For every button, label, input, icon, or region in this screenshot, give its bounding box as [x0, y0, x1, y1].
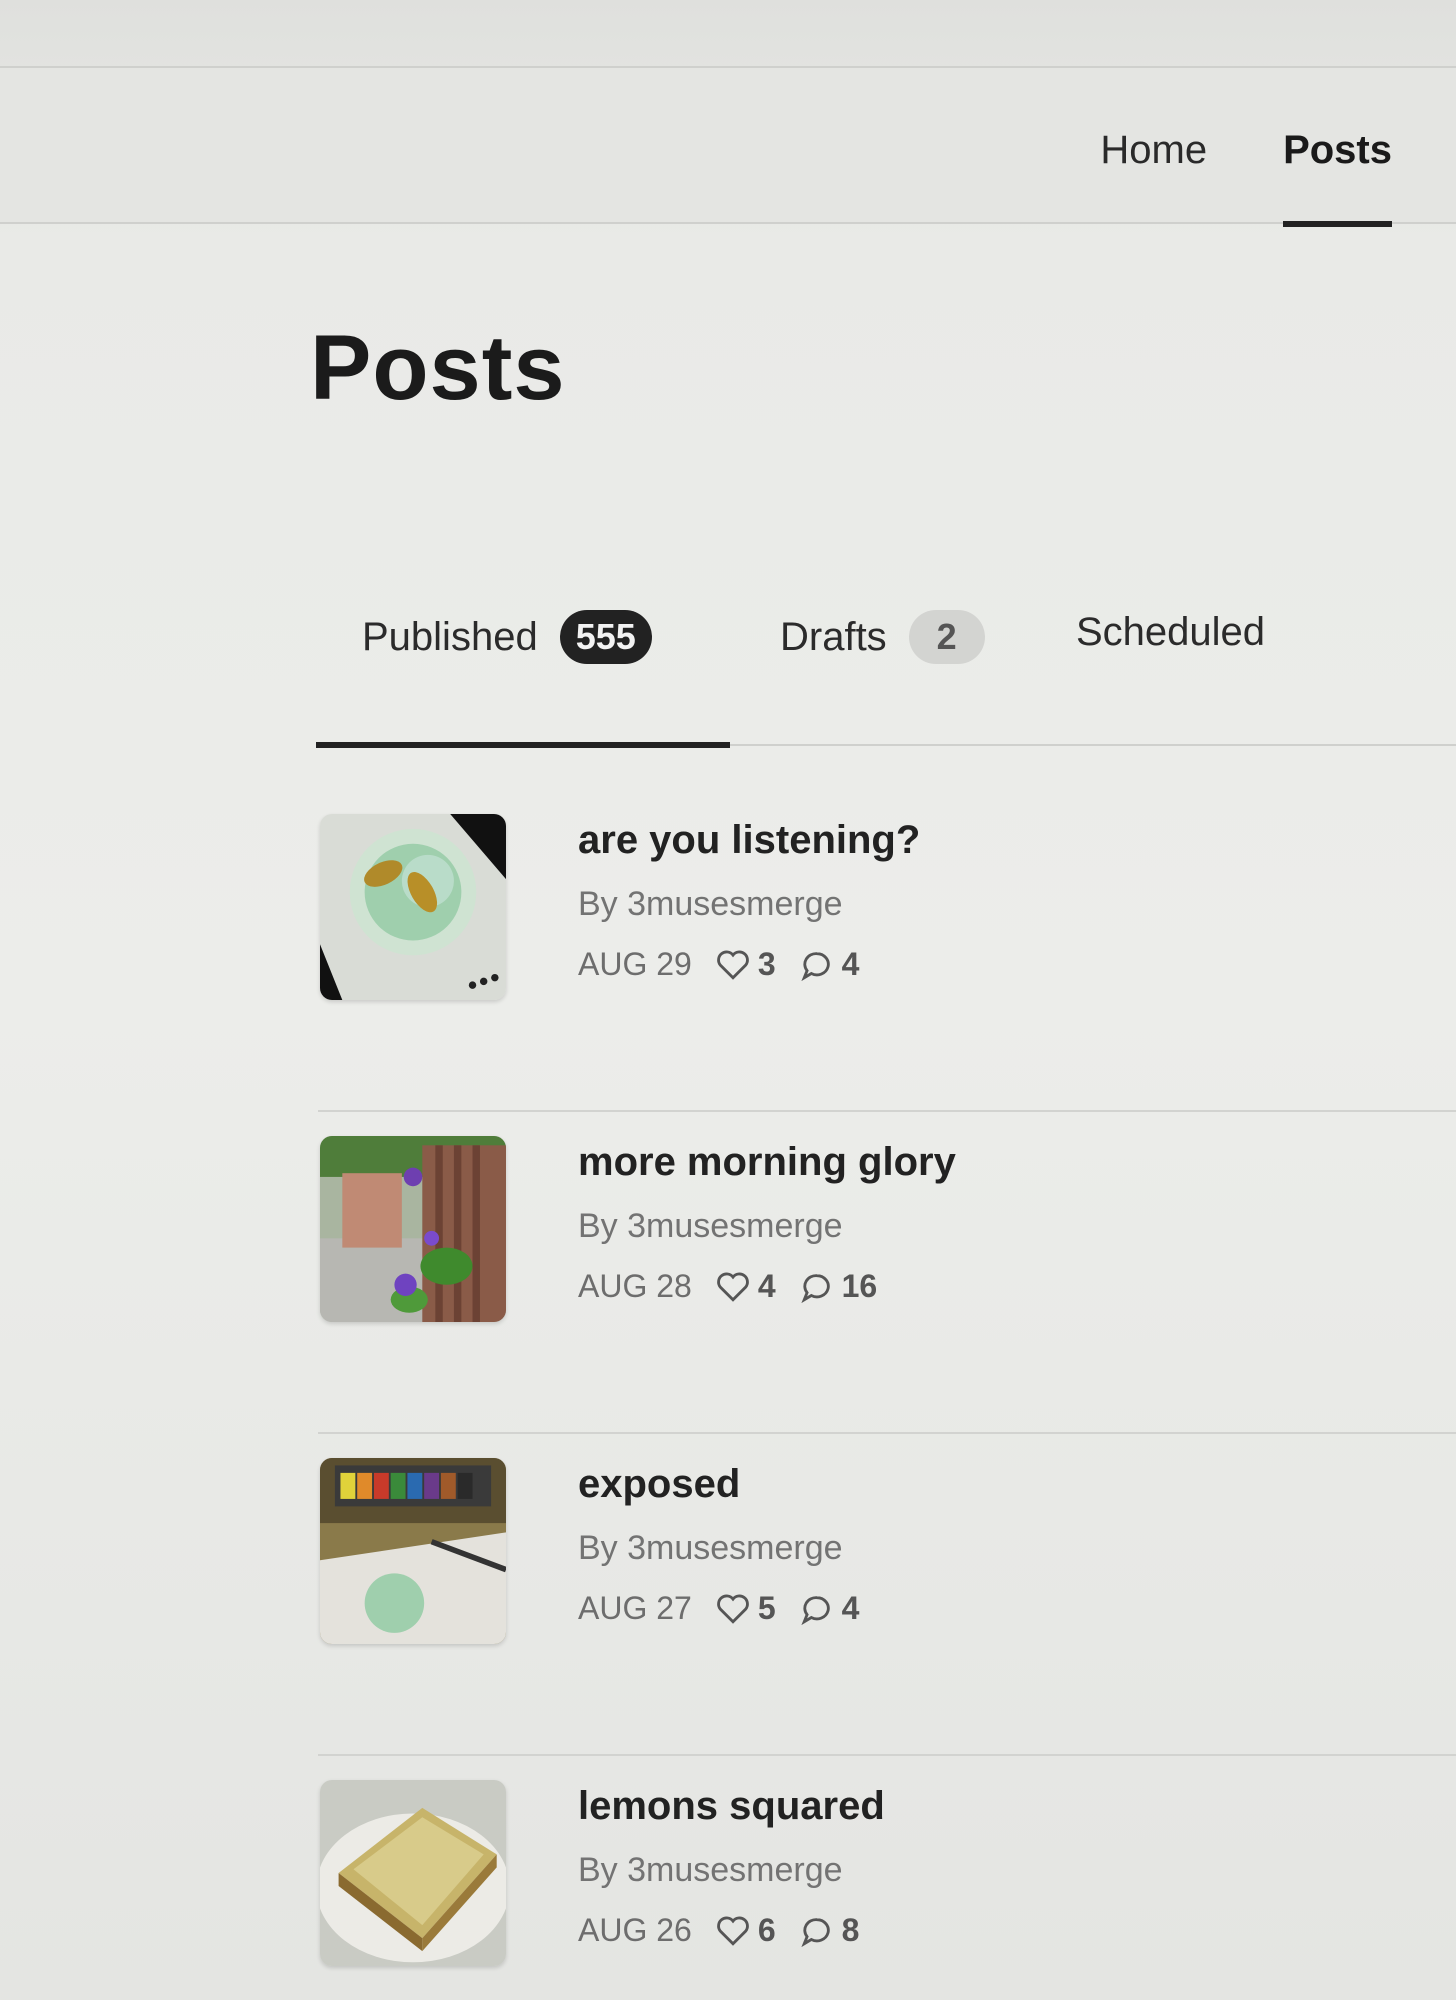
post-date: AUG 26	[578, 1912, 692, 1948]
like-count: 6	[757, 1912, 776, 1948]
heart-icon	[716, 1272, 749, 1302]
nav-posts-link[interactable]: Posts	[1283, 128, 1392, 227]
morning-glory-fence-image	[320, 1136, 506, 1322]
likes: 5	[716, 1590, 776, 1627]
post-author: By 3musesmerge	[578, 885, 843, 923]
post-author: By 3musesmerge	[578, 1851, 843, 1889]
likes: 6	[716, 1912, 776, 1949]
post-thumbnail	[320, 1136, 506, 1322]
watercolor-palette-image	[320, 1458, 506, 1644]
comment-icon	[801, 1273, 830, 1303]
post-list: are you listening? By 3musesmerge AUG 29…	[318, 790, 1456, 2000]
post-meta: AUG 29 3 4	[578, 946, 920, 983]
published-count-badge: 555	[559, 610, 652, 664]
comment-icon	[801, 1595, 830, 1625]
post-date: AUG 28	[578, 1268, 692, 1304]
post-date: AUG 29	[578, 946, 692, 982]
post-meta: AUG 27 5 4	[578, 1590, 859, 1627]
like-count: 5	[757, 1590, 776, 1626]
post-text: more morning glory By 3musesmerge AUG 28…	[578, 1140, 956, 1305]
post-text: exposed By 3musesmerge AUG 27 5 4	[578, 1462, 859, 1627]
watercolor-fish-painting-image	[320, 814, 506, 1000]
post-thumbnail	[320, 814, 506, 1000]
like-count: 3	[757, 946, 776, 982]
post-meta: AUG 26 6 8	[578, 1912, 885, 1949]
comment-count: 16	[841, 1268, 878, 1304]
top-nav: Home Posts	[1100, 128, 1392, 227]
heart-icon	[716, 1594, 749, 1624]
page-title: Posts	[310, 317, 566, 419]
posts-page: Home Posts Posts Published 555 Drafts 2 …	[0, 0, 1456, 2000]
post-title[interactable]: more morning glory	[578, 1140, 956, 1185]
post-meta: AUG 28 4 16	[578, 1268, 956, 1305]
post-author: By 3musesmerge	[578, 1529, 843, 1567]
post-text: are you listening? By 3musesmerge AUG 29…	[578, 818, 920, 983]
heart-icon	[716, 950, 749, 980]
active-tab-indicator	[316, 742, 730, 748]
post-title[interactable]: exposed	[578, 1462, 859, 1507]
comment-icon	[801, 951, 830, 981]
post-row[interactable]: more morning glory By 3musesmerge AUG 28…	[318, 1112, 1456, 1434]
tab-scheduled[interactable]: Scheduled	[1076, 610, 1265, 655]
post-thumbnail	[320, 1458, 506, 1644]
post-title[interactable]: lemons squared	[578, 1784, 885, 1829]
comment-count: 4	[841, 1590, 860, 1626]
comment-count: 8	[841, 1912, 860, 1948]
nav-home-link[interactable]: Home	[1100, 128, 1207, 173]
post-status-tabs: Published 555 Drafts 2 Scheduled	[316, 600, 1456, 748]
post-row[interactable]: exposed By 3musesmerge AUG 27 5 4	[318, 1434, 1456, 1756]
tab-scheduled-label: Scheduled	[1076, 610, 1266, 654]
comments: 4	[800, 946, 860, 983]
post-row[interactable]: lemons squared By 3musesmerge AUG 26 6 8	[318, 1756, 1456, 2000]
drafts-count-badge: 2	[908, 610, 985, 664]
tab-published-label: Published	[362, 614, 538, 659]
tab-published[interactable]: Published 555	[362, 610, 652, 664]
tab-drafts[interactable]: Drafts 2	[780, 610, 985, 664]
post-title[interactable]: are you listening?	[578, 818, 920, 863]
like-count: 4	[757, 1268, 776, 1304]
lemon-square-dessert-image	[320, 1780, 506, 1966]
post-date: AUG 27	[578, 1590, 692, 1626]
tab-drafts-label: Drafts	[780, 614, 887, 659]
post-row[interactable]: are you listening? By 3musesmerge AUG 29…	[318, 790, 1456, 1112]
comments: 4	[800, 1590, 860, 1627]
post-thumbnail	[320, 1780, 506, 1966]
top-navigation-bar: Home Posts	[0, 66, 1456, 227]
post-text: lemons squared By 3musesmerge AUG 26 6 8	[578, 1784, 885, 1949]
comments: 16	[800, 1268, 878, 1305]
comment-count: 4	[841, 946, 860, 982]
likes: 4	[716, 1268, 776, 1305]
post-author: By 3musesmerge	[578, 1207, 843, 1245]
heart-icon	[716, 1916, 749, 1946]
likes: 3	[716, 946, 776, 983]
comment-icon	[801, 1917, 830, 1947]
comments: 8	[800, 1912, 860, 1949]
